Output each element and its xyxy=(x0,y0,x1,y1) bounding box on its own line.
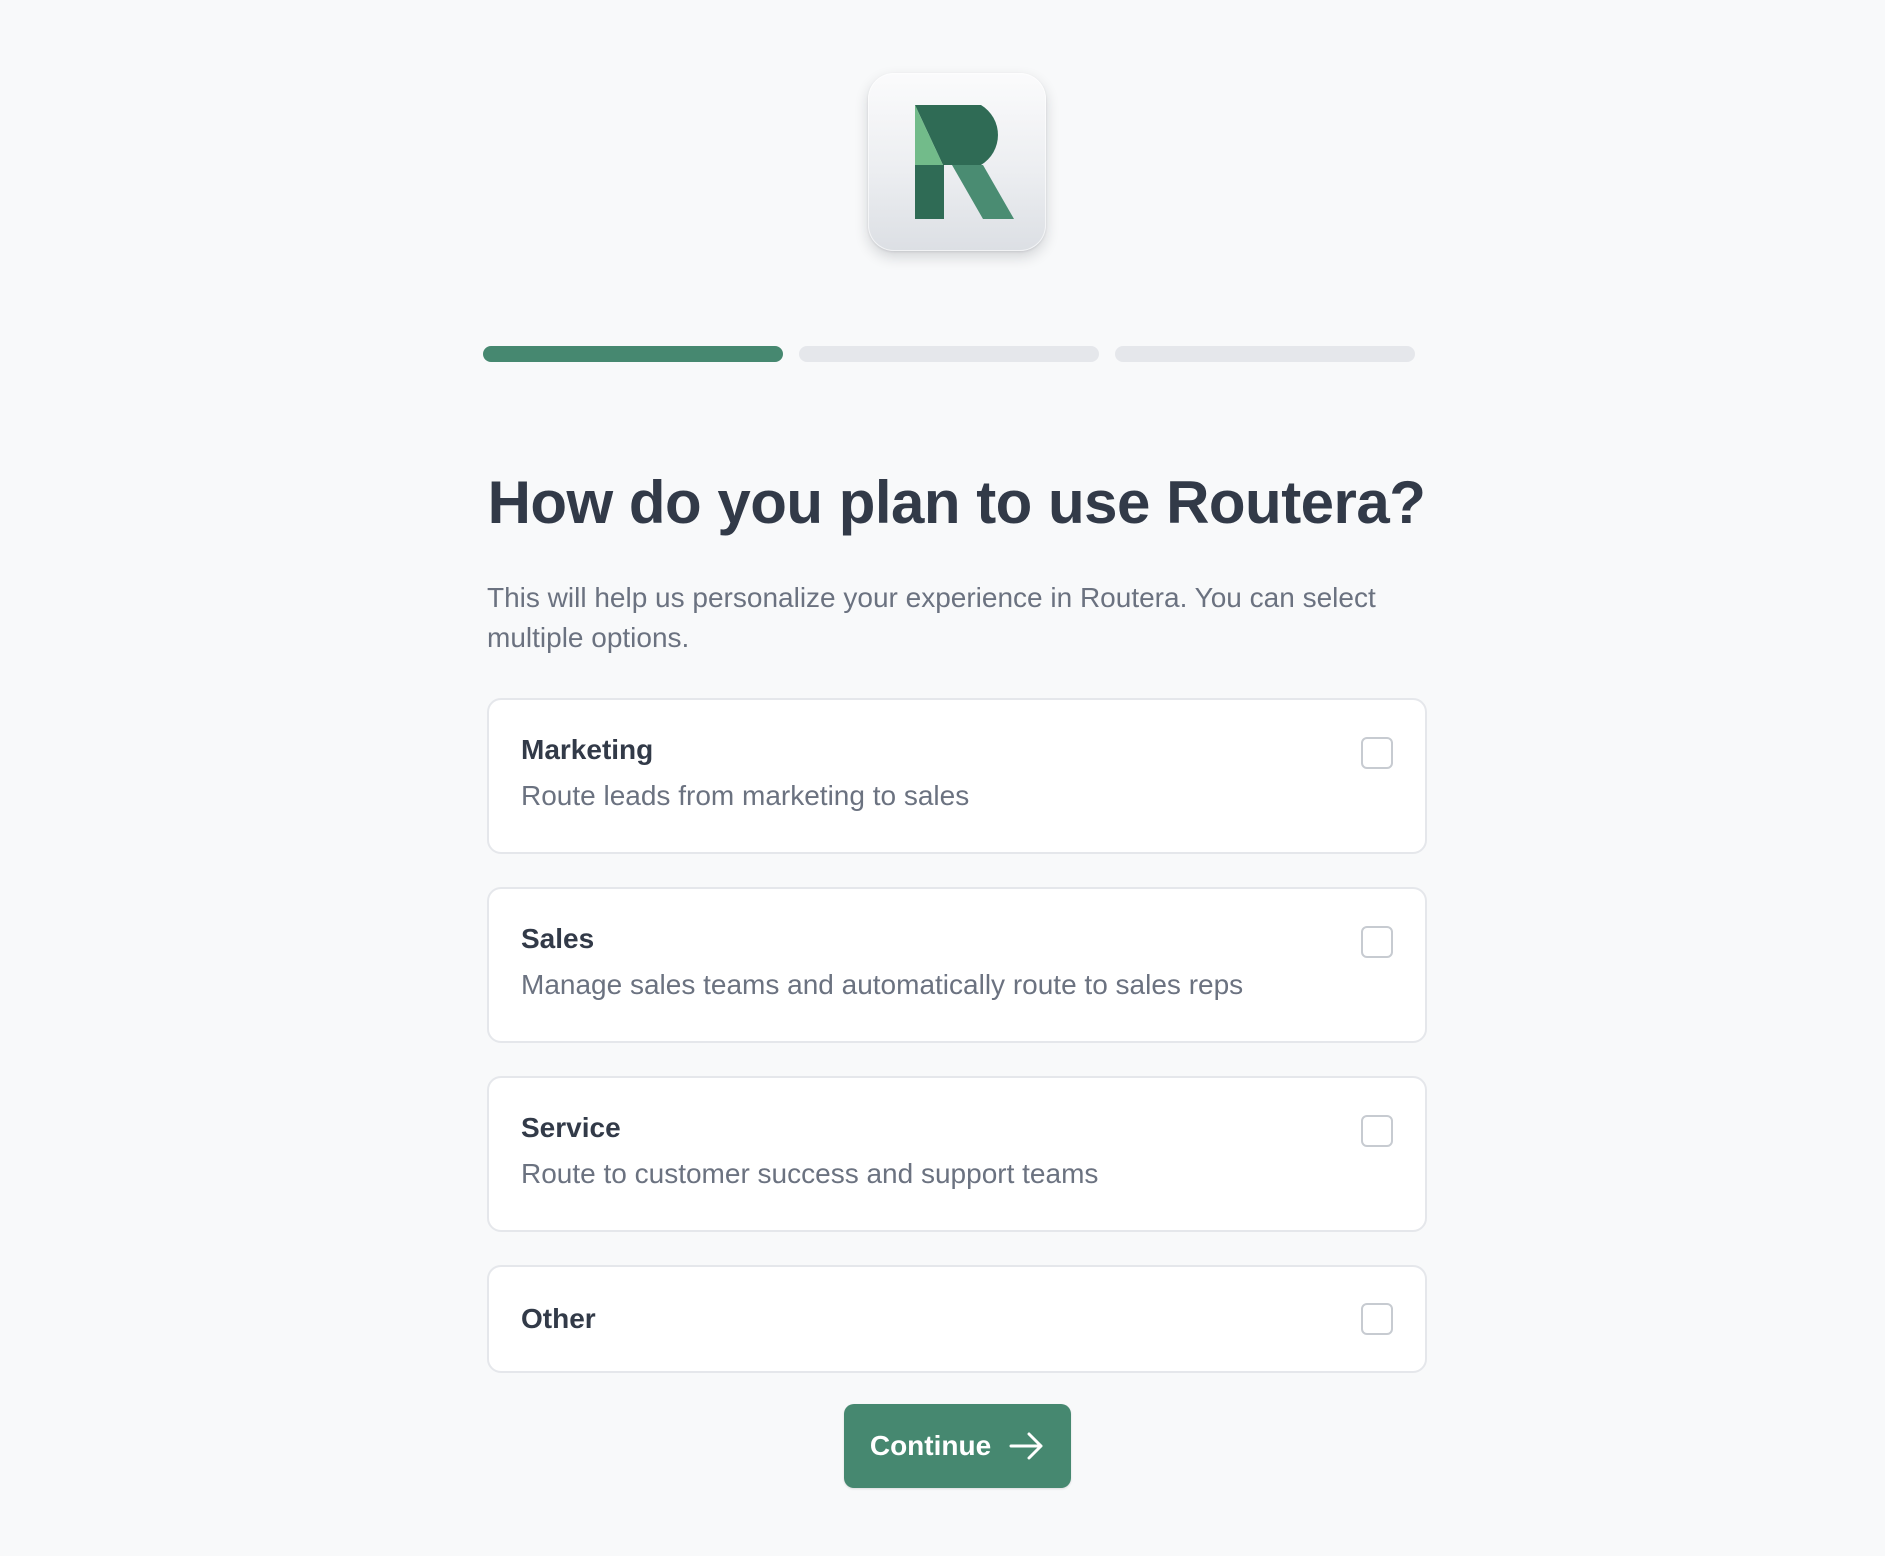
option-checkbox[interactable] xyxy=(1361,1303,1393,1335)
option-service[interactable]: Service Route to customer success and su… xyxy=(487,1076,1427,1232)
progress-step-1 xyxy=(483,346,783,362)
routera-r-logo-icon xyxy=(915,105,1014,219)
onboarding-page: How do you plan to use Routera? This wil… xyxy=(0,0,1885,1556)
option-other[interactable]: Other xyxy=(487,1265,1427,1373)
progress-step-2 xyxy=(799,346,1099,362)
progress-step-3 xyxy=(1115,346,1415,362)
page-subtitle: This will help us personalize your exper… xyxy=(487,582,1376,653)
option-sales[interactable]: Sales Manage sales teams and automatical… xyxy=(487,887,1427,1043)
option-description: Route to customer success and support te… xyxy=(521,1158,1099,1189)
step-progress xyxy=(483,346,1415,362)
routera-logo xyxy=(868,73,1046,251)
option-description: Route leads from marketing to sales xyxy=(521,780,970,811)
option-checkbox[interactable] xyxy=(1361,1115,1393,1147)
option-marketing[interactable]: Marketing Route leads from marketing to … xyxy=(487,698,1427,854)
arrow-right-icon xyxy=(1009,1432,1043,1460)
option-description: Manage sales teams and automatically rou… xyxy=(521,969,1244,1000)
continue-button[interactable]: Continue xyxy=(844,1404,1071,1488)
option-checkbox[interactable] xyxy=(1361,737,1393,769)
continue-button-label: Continue xyxy=(869,1430,992,1461)
page-title: How do you plan to use Routera? xyxy=(487,469,1426,536)
option-checkbox[interactable] xyxy=(1361,926,1393,958)
option-label: Sales xyxy=(521,923,595,954)
option-label: Other xyxy=(521,1303,596,1334)
usage-options-list: Marketing Route leads from marketing to … xyxy=(487,698,1427,1406)
option-label: Marketing xyxy=(521,734,654,765)
option-label: Service xyxy=(521,1112,621,1143)
